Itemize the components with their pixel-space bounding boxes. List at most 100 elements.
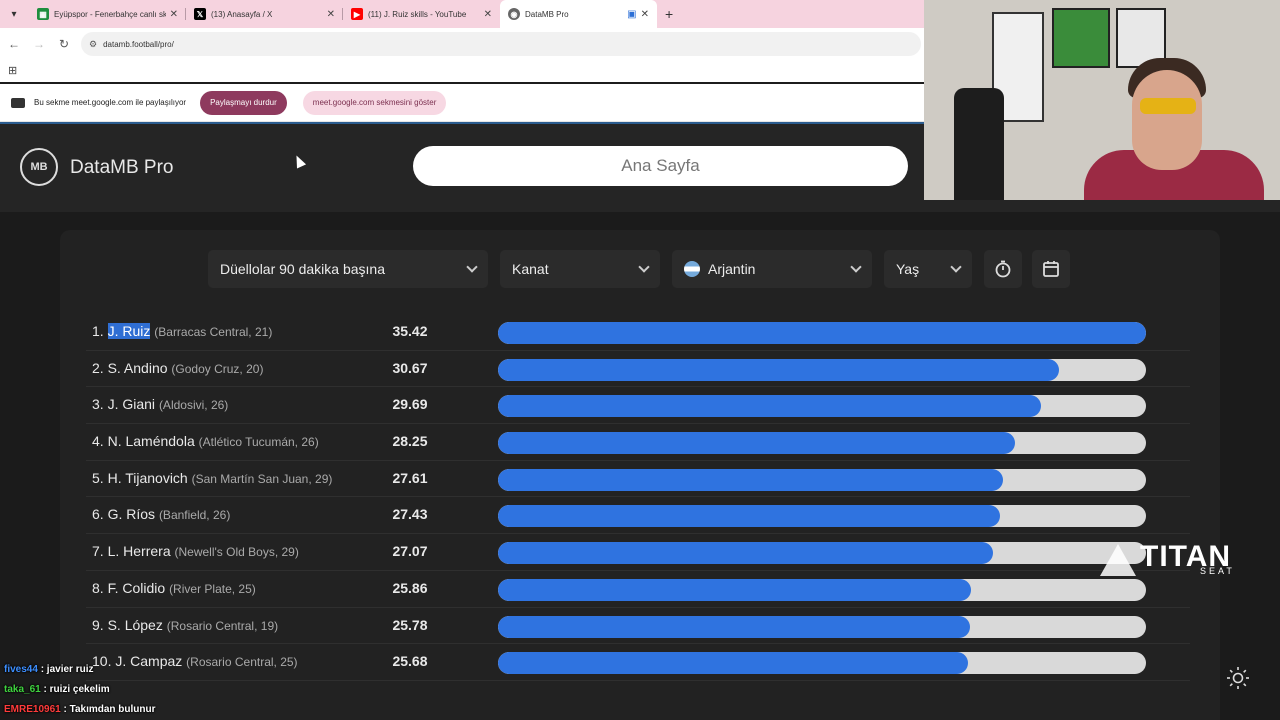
x-icon: 𝕏 [194,8,206,20]
player-name[interactable]: S. Andino [108,360,168,376]
value-bar-fill [498,432,1016,455]
metric-value: 27.43 [392,506,428,523]
metric-value: 25.86 [392,579,428,596]
chevron-down-icon [638,261,650,273]
player-name[interactable]: J. Giani [108,396,155,412]
show-meet-tab-button[interactable]: meet.google.com sekmesini göster [302,90,447,115]
reload-icon[interactable]: ↻ [53,37,75,51]
tab-x[interactable]: 𝕏 (13) Anasayfa / X ✕ [186,0,343,28]
close-icon[interactable]: ✕ [484,9,492,20]
player-entry[interactable]: 4. N. Laméndola (Atlético Tucumán, 26) [92,433,319,449]
chat-message: taka_61 : ruizi çekelim [4,680,264,700]
player-entry[interactable]: 5. H. Tijanovich (San Martín San Juan, 2… [92,470,332,486]
webcam-person-glasses [1140,98,1196,114]
tab-datamb[interactable]: ◉ DataMB Pro ▣ ✕ [500,0,657,28]
value-bar [498,395,1146,418]
player-club: (Banfield, 26) [158,508,231,523]
player-rank: 3. [92,396,104,413]
ranking-row[interactable]: 5. H. Tijanovich (San Martín San Juan, 2… [86,461,1190,498]
ranking-row[interactable]: 4. N. Laméndola (Atlético Tucumán, 26) 28… [86,424,1190,461]
player-entry[interactable]: 9. S. López (Rosario Central, 19) [92,617,278,633]
player-name[interactable]: L. Herrera [108,543,171,559]
player-club: (San Martín San Juan, 29) [191,471,333,486]
ranking-list: 1. J. Ruiz (Barracas Central, 21) 35.42 2.… [86,314,1190,681]
player-club: (Newell's Old Boys, 29) [174,545,299,560]
chat-username: fives44 [4,664,38,675]
player-name[interactable]: F. Colidio [108,580,166,596]
search-input[interactable]: Ana Sayfa [413,146,908,186]
close-icon[interactable]: ✕ [170,9,178,20]
player-entry[interactable]: 3. J. Giani (Aldosivi, 26) [92,396,228,412]
value-bar-fill [498,358,1060,381]
ranking-row[interactable]: 3. J. Giani (Aldosivi, 26) 29.69 [86,387,1190,425]
filter-bar: Düellolar 90 dakika başına Kanat Arjanti… [208,250,1080,288]
tab-title: (13) Anasayfa / X [211,9,273,19]
page-content: MB DataMB Pro Ana Sayfa Düellolar 90 dak… [0,122,1280,720]
metric-value: 28.25 [392,433,428,450]
tab-search-dropdown[interactable]: ▾ [3,3,25,25]
theme-toggle-sun-icon[interactable] [1226,666,1250,690]
value-bar-fill [498,505,1000,528]
screen-share-icon: ▣ [627,8,637,20]
tab-title: DataMB Pro [525,9,569,19]
calendar-button[interactable] [1032,250,1070,288]
timer-button[interactable] [984,250,1022,288]
ranking-row[interactable]: 6. G. Ríos (Banfield, 26) 27.43 [86,497,1190,535]
close-icon[interactable]: ✕ [641,9,649,20]
player-rank: 6. [92,506,104,523]
player-club: (Rosario Central, 19) [166,618,279,633]
chat-message: fives44 : javier ruiz [4,660,264,680]
player-name[interactable]: S. López [108,617,163,633]
ranking-row[interactable]: 7. L. Herrera (Newell's Old Boys, 29) 27.… [86,534,1190,571]
value-bar-fill [498,615,970,638]
ranking-row[interactable]: 9. S. López (Rosario Central, 19) 25.78 [86,608,1190,645]
ranking-row[interactable]: 2. S. Andino (Godoy Cruz, 20) 30.67 [86,351,1190,388]
timer-icon [995,260,1011,278]
webcam-overlay [924,0,1280,200]
datamb-logo[interactable]: MB [20,148,58,186]
chevron-down-icon [466,261,478,273]
close-icon[interactable]: ✕ [327,9,335,20]
url-field[interactable]: ⚙ datamb.football/pro/ [81,32,921,56]
player-name[interactable]: N. Laméndola [108,433,195,449]
metric-value: 30.67 [392,359,428,376]
apps-grid-icon[interactable]: ⊞ [8,64,17,77]
player-entry[interactable]: 6. G. Ríos (Banfield, 26) [92,506,230,522]
metric-value: 27.61 [392,469,428,486]
player-entry[interactable]: 2. S. Andino (Godoy Cruz, 20) [92,360,263,376]
value-bar [498,542,1146,565]
player-club: (Godoy Cruz, 20) [171,361,264,376]
player-entry[interactable]: 1. J. Ruiz (Barracas Central, 21) [92,323,272,339]
brand-name[interactable]: DataMB Pro [70,157,173,179]
player-name[interactable]: G. Ríos [108,506,155,522]
share-text: Bu sekme meet.google.com ile paylaşılıyo… [34,98,187,107]
sponsor-logo: TITAN SEAT [1100,540,1250,580]
calendar-icon [1043,261,1059,277]
metric-dropdown[interactable]: Düellolar 90 dakika başına [208,250,488,288]
new-tab-button[interactable]: + [665,6,673,22]
value-bar [498,505,1146,528]
value-bar-fill [498,395,1042,418]
player-entry[interactable]: 8. F. Colidio (River Plate, 25) [92,580,256,596]
value-bar [498,652,1146,675]
player-club: (Atlético Tucumán, 26) [198,435,319,450]
ranking-row[interactable]: 1. J. Ruiz (Barracas Central, 21) 35.42 [86,314,1190,351]
player-name[interactable]: J. Ruiz [107,323,151,339]
value-bar [498,322,1146,344]
back-icon[interactable]: ← [3,37,25,51]
youtube-icon: ▶ [351,8,363,20]
tab-eyupspor[interactable]: ▦ Eyüpspor - Fenerbahçe canlı sk ✕ [29,0,186,28]
ranking-row[interactable]: 8. F. Colidio (River Plate, 25) 25.86 [86,571,1190,608]
value-bar-fill [498,542,994,565]
site-info-icon[interactable]: ⚙ [89,39,97,50]
player-club: (Aldosivi, 26) [158,398,229,413]
player-name[interactable]: H. Tijanovich [108,470,188,486]
player-entry[interactable]: 7. L. Herrera (Newell's Old Boys, 29) [92,543,299,559]
age-dropdown[interactable]: Yaş [884,250,972,288]
value-bar [498,615,1146,638]
stop-sharing-button[interactable]: Paylaşmayı durdur [200,90,287,115]
tab-youtube[interactable]: ▶ (11) J. Ruiz skills - YouTube ✕ [343,0,500,28]
forward-icon[interactable]: → [28,37,50,51]
country-dropdown[interactable]: Arjantin [672,250,872,288]
position-dropdown[interactable]: Kanat [500,250,660,288]
